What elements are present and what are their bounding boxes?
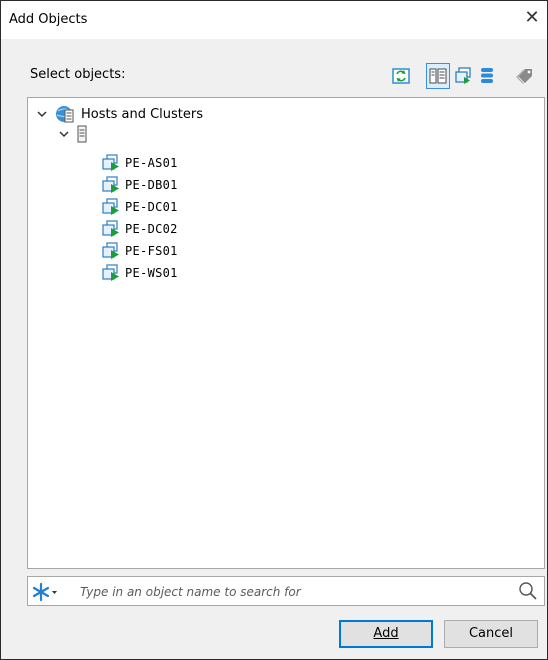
vms-view-icon xyxy=(455,67,471,84)
search-input[interactable] xyxy=(78,582,492,602)
tree-vm-item[interactable]: PE-DB01 xyxy=(102,175,178,195)
tree-vm-item[interactable]: PE-FS01 xyxy=(102,241,178,261)
server-icon xyxy=(77,125,87,143)
vm-label: PE-DB01 xyxy=(125,178,178,192)
vms-view-button[interactable] xyxy=(452,63,476,89)
hosts-view-button[interactable] xyxy=(426,63,450,89)
chevron-down-icon[interactable] xyxy=(36,108,48,120)
refresh-button[interactable] xyxy=(389,63,413,89)
datastore-view-button[interactable] xyxy=(475,63,499,89)
vm-label: PE-DC02 xyxy=(125,222,178,236)
vm-icon xyxy=(102,198,119,215)
vm-icon xyxy=(102,264,119,281)
vm-icon xyxy=(102,154,119,171)
vm-icon xyxy=(102,176,119,193)
select-objects-label: Select objects: xyxy=(30,67,126,82)
vm-icon xyxy=(102,242,119,259)
tags-view-button[interactable] xyxy=(513,63,537,89)
title-bar: Add Objects ✕ xyxy=(1,1,547,39)
refresh-icon xyxy=(392,68,410,84)
vm-label: PE-DC01 xyxy=(125,200,178,214)
hosts-view-icon xyxy=(429,68,447,84)
search-bar xyxy=(27,576,545,606)
datastore-icon xyxy=(481,68,493,83)
tag-icon xyxy=(516,69,532,84)
filter-asterisk-icon[interactable] xyxy=(32,582,62,602)
search-icon[interactable] xyxy=(518,581,538,601)
globe-server-icon xyxy=(56,106,74,123)
tree-vm-item[interactable]: PE-WS01 xyxy=(102,263,178,283)
vm-icon xyxy=(102,220,119,237)
add-button-label: Add xyxy=(373,626,399,641)
tree-root-label: Hosts and Clusters xyxy=(81,106,204,122)
tree-vm-item[interactable]: PE-DC01 xyxy=(102,197,178,217)
object-tree[interactable]: Hosts and Clusters PE-AS01 PE-DB01 PE-DC01… xyxy=(27,97,545,569)
tree-vm-item[interactable]: PE-DC02 xyxy=(102,219,178,239)
tree-host-node[interactable] xyxy=(58,124,87,144)
vm-label: PE-AS01 xyxy=(125,156,178,170)
chevron-down-icon[interactable] xyxy=(58,128,70,140)
tree-vm-item[interactable]: PE-AS01 xyxy=(102,153,178,173)
add-objects-dialog: Add Objects ✕ Select objects: Hosts and … xyxy=(0,0,548,660)
add-button[interactable]: Add xyxy=(339,620,433,648)
vm-label: PE-FS01 xyxy=(125,244,178,258)
cancel-button[interactable]: Cancel xyxy=(444,620,538,648)
cancel-button-label: Cancel xyxy=(468,626,514,641)
dialog-title: Add Objects xyxy=(9,12,88,27)
close-button[interactable]: ✕ xyxy=(521,7,543,29)
vm-label: PE-WS01 xyxy=(125,266,178,280)
tree-root-hosts-and-clusters[interactable]: Hosts and Clusters xyxy=(36,104,203,124)
